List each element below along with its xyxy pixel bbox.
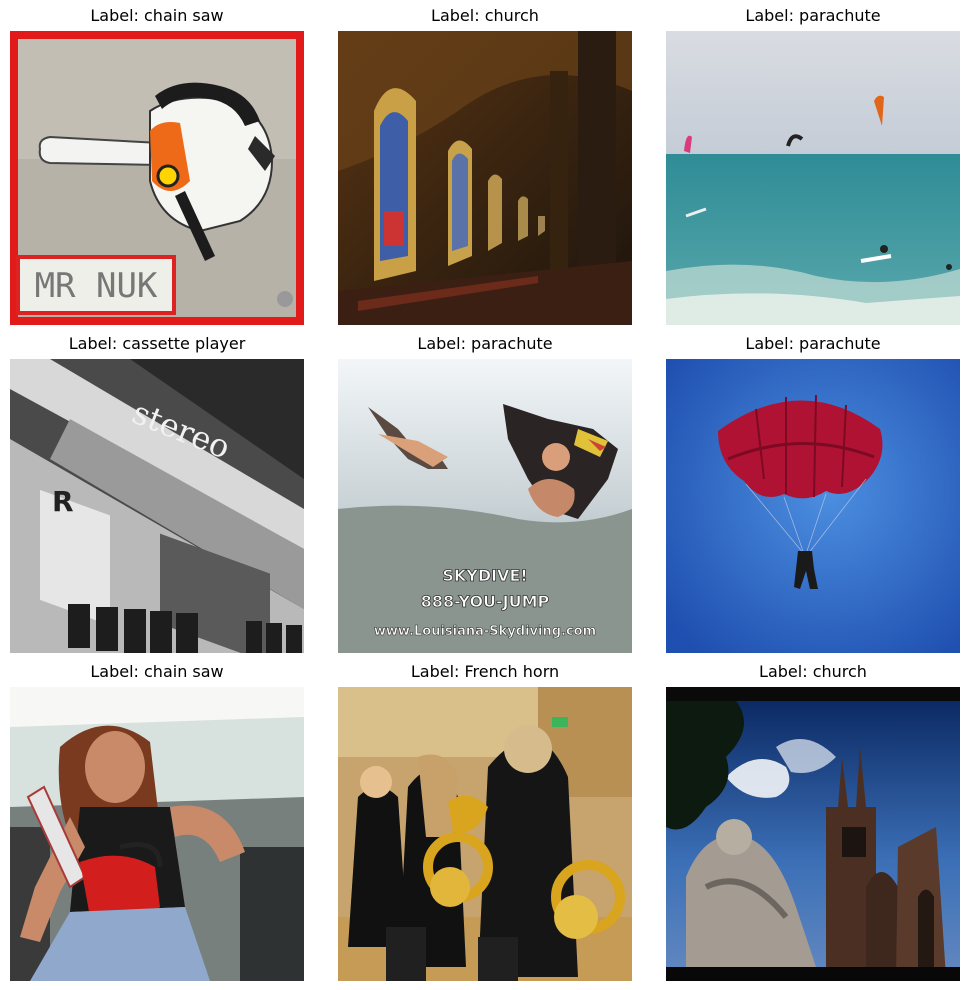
panel-title: Label: church: [431, 6, 539, 25]
kitesurf-image: [666, 31, 960, 325]
svg-text:R: R: [52, 485, 74, 518]
panel-title: Label: French horn: [410, 662, 560, 681]
box-text: MR NUK: [35, 266, 158, 306]
chainsaw-image: MR NUK: [10, 31, 304, 325]
french-horn-image: [338, 687, 632, 981]
cassette-player-image: stereo R: [10, 359, 304, 653]
panel-title: Label: parachute: [417, 334, 553, 353]
panel-title: Label: parachute: [745, 334, 881, 353]
ad-line-1: SKYDIVE!: [442, 566, 527, 585]
ad-line-2: 888-YOU-JUMP: [421, 592, 550, 611]
panel-title: Label: parachute: [745, 6, 881, 25]
parachute-sky-image: [666, 359, 960, 653]
chainsaw-performer-image: [10, 687, 304, 981]
panel-title: Label: chain saw: [90, 662, 224, 681]
ad-line-3: www.Louisiana-Skydiving.com: [374, 624, 596, 639]
church-exterior-image: [666, 687, 960, 981]
panel-title: Label: chain saw: [90, 6, 224, 25]
panel-title: Label: cassette player: [68, 334, 246, 353]
panel-title: Label: church: [759, 662, 867, 681]
church-interior-image: [338, 31, 632, 325]
skydive-ad-image: SKYDIVE! 888-YOU-JUMP www.Louisiana-Skyd…: [338, 359, 632, 653]
